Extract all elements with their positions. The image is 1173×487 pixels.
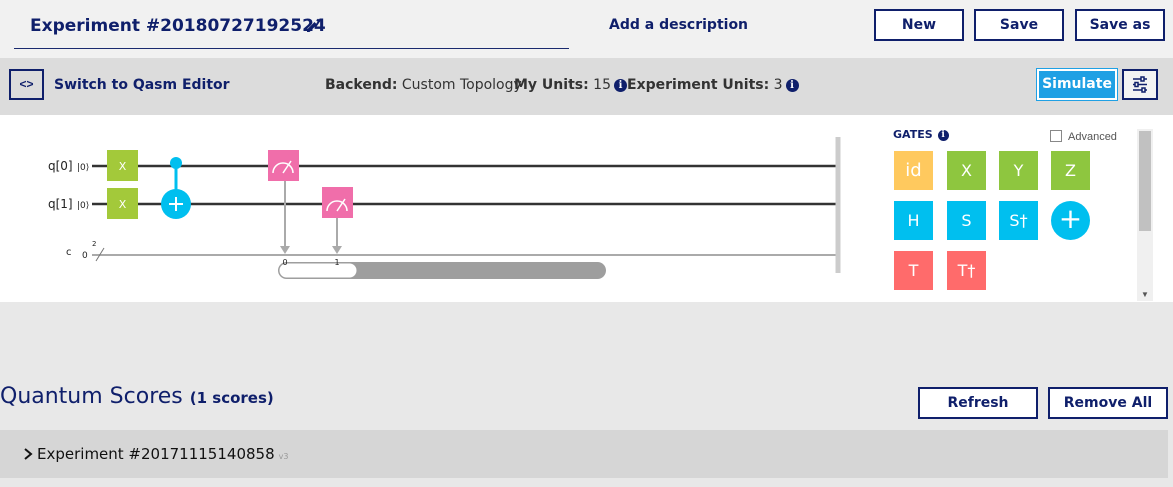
experiment-title[interactable]: Experiment #20180727192524 [30,16,326,36]
measure-gate-q1[interactable] [322,187,353,218]
gate-z[interactable]: Z [1051,151,1090,190]
info-icon[interactable]: i [937,130,949,141]
code-brackets-icon[interactable]: <> [9,69,44,100]
edit-pencil-icon[interactable] [304,16,322,34]
my-units-info: My Units: 15 i [514,77,627,93]
my-units-label: My Units: [514,77,589,93]
settings-button[interactable] [1122,69,1158,100]
advanced-checkbox[interactable] [1050,130,1062,142]
x-gate-q0-label: X [119,160,127,173]
save-as-button[interactable]: Save as [1075,9,1165,41]
qubit-1-label: q[1] [48,197,73,211]
backend-label: Backend: [325,77,398,93]
gates-title: GATES [893,128,933,141]
gate-y[interactable]: Y [999,151,1038,190]
qubit-0-label: q[0] [48,159,73,173]
backend-info: Backend: Custom Topology [325,77,522,93]
gate-id[interactable]: id [894,151,933,190]
experiment-units-label: Experiment Units: [627,77,770,93]
scores-title: Quantum Scores [0,384,183,409]
simulate-button[interactable]: Simulate [1036,68,1118,101]
gate-h[interactable]: H [894,201,933,240]
advanced-label: Advanced [1068,131,1117,143]
score-item-name: Experiment #20171115140858 [37,445,275,463]
new-button[interactable]: New [874,9,964,41]
scores-count: (1 scores) [189,389,274,407]
switch-qasm-editor-link[interactable]: Switch to Qasm Editor [54,77,230,93]
gates-vscroll-thumb[interactable] [1139,131,1151,231]
gate-s[interactable]: S [947,201,986,240]
refresh-button[interactable]: Refresh [918,387,1038,419]
gates-header: GATES i [893,128,949,141]
composer-toolbar: <> Switch to Qasm Editor Backend: Custom… [0,58,1173,115]
chevron-right-icon [24,448,33,460]
my-units-value: 15 [593,77,611,93]
advanced-toggle[interactable]: Advanced [1050,130,1117,143]
circuit-diagram[interactable]: q[0] |0⟩ q[1] |0⟩ c 0 2 X X 0 1 [0,115,860,302]
classical-init: 0 [82,251,88,261]
qubit-1-init: |0⟩ [77,201,89,211]
sliders-icon [1133,76,1147,93]
measure-bit-0: 0 [282,258,287,267]
classical-width: 2 [92,240,96,248]
experiment-header: Experiment #20180727192524 Add a descrip… [0,0,1173,58]
gate-t-dagger[interactable]: T† [947,251,986,290]
experiment-title-field[interactable]: Experiment #20180727192524 [14,8,569,49]
measure-q0-arrow [280,246,290,254]
x-gate-q1-label: X [119,198,127,211]
gate-s-dagger[interactable]: S† [999,201,1038,240]
measure-bit-1: 1 [334,258,339,267]
circuit-hscroll-thumb[interactable] [278,262,358,279]
scroll-down-icon[interactable]: ▼ [1141,290,1149,299]
experiment-units-info: Experiment Units: 3i [627,77,799,93]
cnot-control[interactable] [170,157,182,169]
gates-vscroll[interactable]: ▼ [1137,129,1153,301]
info-icon[interactable]: i [785,79,799,92]
score-item[interactable]: Experiment #20171115140858 v3 [0,430,1168,478]
remove-all-button[interactable]: Remove All [1048,387,1168,419]
circuit-canvas: q[0] |0⟩ q[1] |0⟩ c 0 2 X X 0 1 GATES i … [0,115,1173,302]
scores-heading: Quantum Scores (1 scores) [0,384,274,409]
score-item-label[interactable]: Experiment #20171115140858 v3 [23,445,288,463]
save-button[interactable]: Save [974,9,1064,41]
gate-t[interactable]: T [894,251,933,290]
info-icon[interactable]: i [613,79,627,92]
add-description-link[interactable]: Add a description [609,17,748,33]
gate-x[interactable]: X [947,151,986,190]
score-item-version: v3 [278,452,289,461]
gate-cnot[interactable]: + [1051,201,1090,240]
measure-q1-arrow [332,246,342,254]
experiment-units-value: 3 [773,77,783,93]
qubit-0-init: |0⟩ [77,163,89,173]
classical-label: c [66,247,72,258]
measure-gate-q0[interactable] [268,150,299,181]
backend-value: Custom Topology [401,77,522,93]
